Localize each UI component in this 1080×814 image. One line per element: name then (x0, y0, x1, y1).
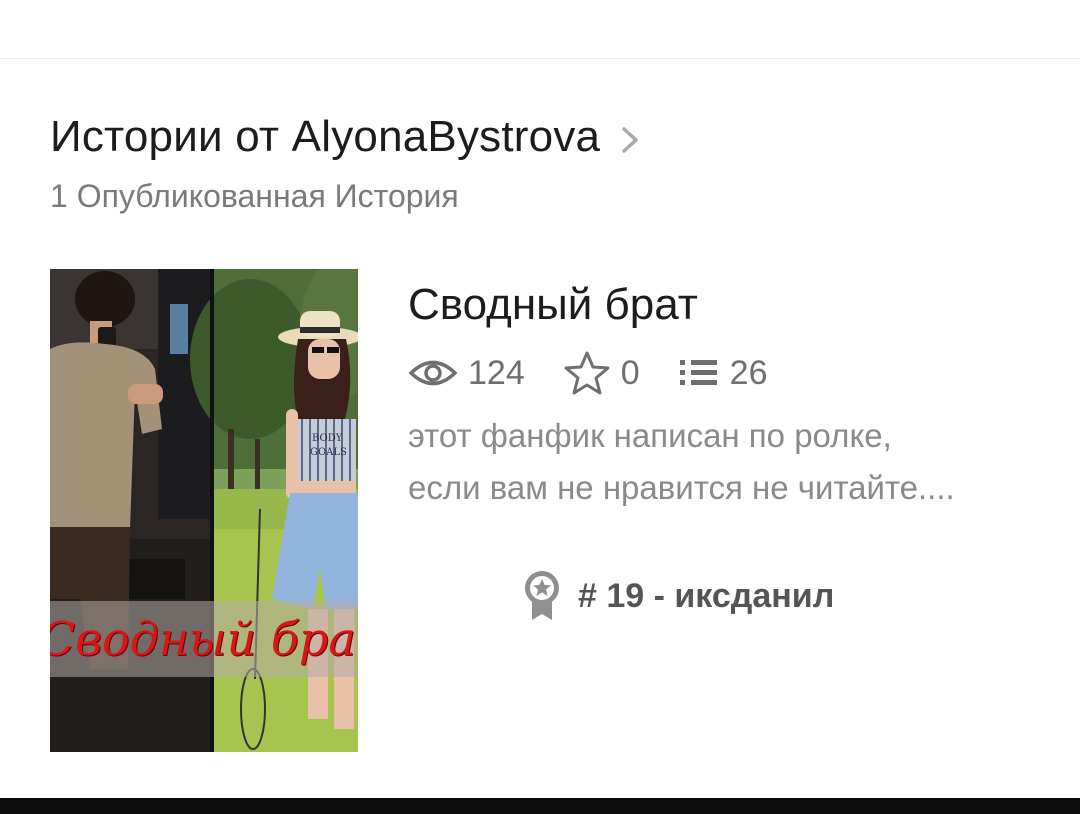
story-stats: 124 0 26 (408, 348, 805, 398)
star-icon (564, 351, 610, 395)
rank-badge[interactable]: # 19 - иксданил (524, 570, 834, 622)
section-title: Истории от AlyonaBystrova (50, 112, 601, 161)
parts-count: 26 (729, 353, 768, 392)
rank-text: # 19 - иксданил (578, 576, 835, 615)
story-cover[interactable]: BODY GOALS Сводный брат (50, 269, 358, 752)
story-title[interactable]: Сводный брат (408, 280, 698, 330)
section-header[interactable]: Истории от AlyonaBystrova (50, 112, 642, 162)
shirt-text-2: GOALS (310, 447, 347, 458)
award-ribbon-icon (525, 571, 559, 620)
published-count: 1 Опубликованная История (50, 178, 459, 214)
parts-stat: 26 (678, 353, 768, 393)
cover-image: BODY GOALS (50, 269, 358, 752)
reads-count: 124 (468, 353, 525, 392)
list-icon (679, 360, 717, 385)
top-strip (0, 0, 1080, 59)
cover-title: Сводный брат (50, 601, 358, 677)
chevron-right-icon (622, 127, 638, 153)
bottom-bar (0, 798, 1080, 814)
story-description: этот фанфик написан по ролке, если вам н… (408, 417, 955, 506)
reads-stat: 124 (408, 354, 525, 393)
votes-stat: 0 (563, 350, 640, 396)
votes-count: 0 (620, 353, 640, 392)
eye-icon (408, 360, 458, 386)
shirt-text-1: BODY (312, 433, 343, 444)
